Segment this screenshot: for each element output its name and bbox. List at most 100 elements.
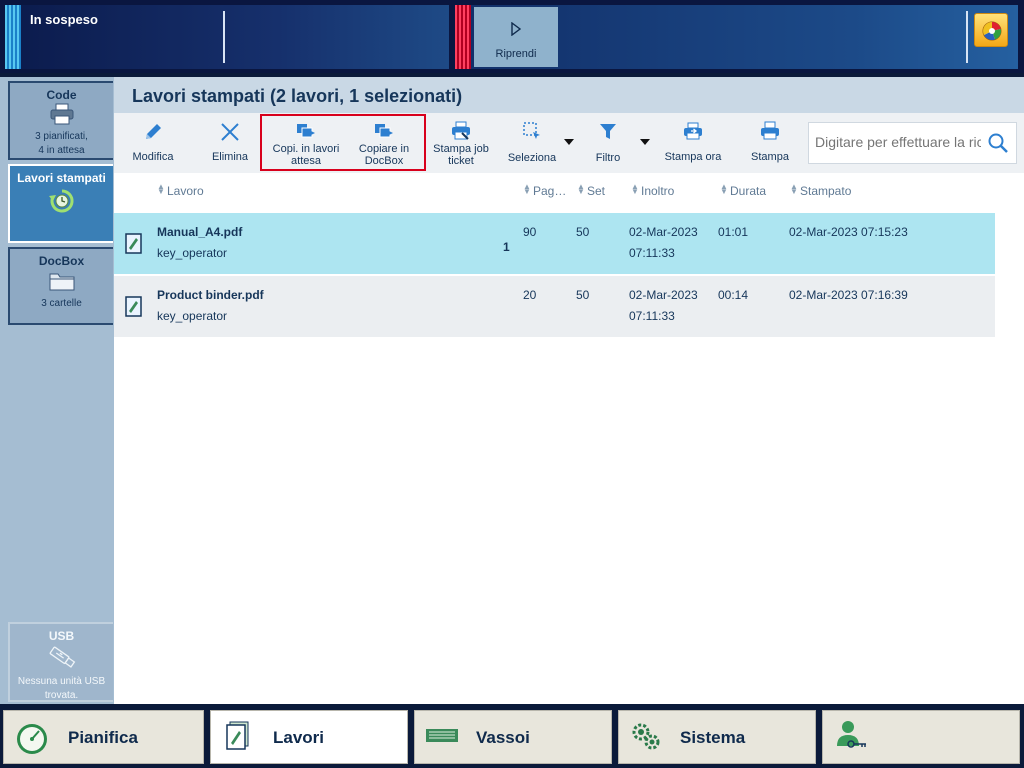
column-header-printed[interactable]: ▲ ▼ Stampato <box>790 183 851 199</box>
filter-button[interactable]: Filtro <box>580 113 636 173</box>
close-icon <box>221 123 239 141</box>
filter-dropdown-arrow[interactable] <box>640 139 650 145</box>
user-key-icon <box>837 721 866 748</box>
nav-label: Pianifica <box>68 728 138 747</box>
jobs-icon <box>226 721 249 750</box>
sort-icon: ▲ ▼ <box>631 182 639 196</box>
edit-button[interactable]: Modifica <box>122 113 184 173</box>
sort-icon: ▲ ▼ <box>157 182 165 196</box>
sort-icon: ▲ ▼ <box>720 182 728 196</box>
nav-label: Sistema <box>680 728 746 747</box>
search-icon[interactable] <box>987 132 1009 154</box>
print-now-icon <box>684 122 702 140</box>
queue-summary: 4 in attesa <box>38 145 85 156</box>
table-header: ▲ ▼ Lavoro ▲ ▼ Pag… ▲ ▼ Set ▲ ▼ Inoltro ▲ ▼ Durata… <box>114 173 1024 213</box>
table-row[interactable]: Product binder.pdf key_operator 20 50 02… <box>114 276 995 337</box>
print-job-ticket-label: ticket <box>448 155 474 167</box>
nav-label: Vassoi <box>476 728 530 747</box>
column-header-duration[interactable]: ▲ ▼ Durata <box>720 182 766 199</box>
play-icon <box>511 22 521 36</box>
sort-icon: ▲ ▼ <box>523 182 531 196</box>
printer-status-panel[interactable]: In sospeso <box>21 5 449 69</box>
select-dropdown-arrow[interactable] <box>564 139 574 145</box>
sidebar-item-docbox[interactable]: DocBox 3 cartelle <box>8 247 113 325</box>
status-bar: In sospeso Riprendi <box>0 0 1024 73</box>
job-submitted-time: 07:11:33 <box>629 246 675 260</box>
status-text: In sospeso <box>30 12 98 27</box>
select-button[interactable]: Seleziona <box>502 113 562 173</box>
pencil-icon <box>146 124 161 139</box>
error-indicator-stripe <box>455 5 471 69</box>
nav-trays[interactable]: Vassoi <box>414 710 612 764</box>
column-header-sets[interactable]: ▲ ▼ Set <box>577 182 605 199</box>
folder-icon <box>49 273 74 291</box>
color-status-button[interactable] <box>974 13 1008 47</box>
sort-icon: ▲ ▼ <box>577 182 585 196</box>
divider <box>966 11 968 63</box>
gears-icon <box>632 723 660 750</box>
nav-label: Lavori <box>273 728 325 747</box>
nav-user[interactable] <box>822 710 1020 764</box>
sidebar-item-label: Lavori stampati <box>17 171 106 185</box>
job-printed-time: 02-Mar-2023 07:15:23 <box>789 225 908 239</box>
filter-icon <box>600 124 616 139</box>
sidebar-item-label: Code <box>46 88 77 102</box>
job-duration: 01:01 <box>718 225 749 239</box>
search-input[interactable] <box>815 134 981 150</box>
search-box <box>808 122 1017 164</box>
print-label: Stampa <box>751 151 789 163</box>
print-now-label: Stampa ora <box>664 151 722 163</box>
column-header-pages[interactable]: ▲ ▼ Pag… <box>523 182 566 199</box>
queue-summary: 3 pianificati, <box>35 131 88 142</box>
select-label: Seleziona <box>507 152 557 164</box>
usb-message: Nessuna unità USB <box>17 676 106 687</box>
nav-schedule[interactable]: Pianifica <box>3 710 204 764</box>
column-header-submitted[interactable]: ▲ ▼ Inoltro <box>631 182 674 199</box>
job-sets: 50 <box>576 288 590 302</box>
column-header-job[interactable]: ▲ ▼ Lavoro <box>157 182 204 199</box>
job-submitted-date: 02-Mar-2023 <box>629 288 698 302</box>
print-now-button[interactable]: Stampa ora <box>658 113 728 173</box>
toolbar: Modifica Elimina Copi. in lavori attesa <box>114 113 1024 173</box>
print-job-ticket-label: Stampa job <box>433 143 489 155</box>
nav-system[interactable]: Sistema <box>618 710 816 764</box>
main-area: Code 3 pianificati, 4 in attesa Lavori s… <box>0 77 1024 704</box>
table-row[interactable]: Manual_A4.pdf key_operator 1 90 50 02-Ma… <box>114 213 995 274</box>
delete-button[interactable]: Elimina <box>200 113 260 173</box>
color-wheel-icon <box>982 21 1002 41</box>
content-panel: Lavori stampati (2 lavori, 1 selezionati… <box>114 77 1024 704</box>
document-icon <box>125 233 142 254</box>
usb-message: trovata. <box>44 690 79 701</box>
usb-icon <box>49 646 75 668</box>
folder-count: 3 cartelle <box>41 298 82 309</box>
job-submitted-time: 07:11:33 <box>629 309 675 323</box>
sidebar-item-usb: USB Nessuna unità USB trovata. <box>8 622 113 702</box>
edit-label: Modifica <box>132 151 174 163</box>
job-submitted-date: 02-Mar-2023 <box>629 225 698 239</box>
print-button[interactable]: Stampa <box>740 113 800 173</box>
job-name: Product binder.pdf <box>157 288 264 302</box>
tray-icon <box>426 729 458 742</box>
status-indicator-stripe <box>5 5 21 69</box>
job-duration: 00:14 <box>718 288 749 302</box>
job-printed-time: 02-Mar-2023 07:16:39 <box>789 288 908 302</box>
print-job-ticket-button[interactable]: Stampa job ticket <box>428 113 494 173</box>
selection-icon <box>523 122 540 139</box>
resume-button[interactable]: Riprendi <box>474 7 558 67</box>
job-pages: 90 <box>523 225 537 239</box>
job-pages: 20 <box>523 288 537 302</box>
sidebar-item-code[interactable]: Code 3 pianificati, 4 in attesa <box>8 81 113 160</box>
highlight-box <box>260 114 426 171</box>
page-title: Lavori stampati (2 lavori, 1 selezionati… <box>132 86 463 106</box>
job-name: Manual_A4.pdf <box>157 225 243 239</box>
job-sets: 50 <box>576 225 590 239</box>
job-owner: key_operator <box>157 309 228 323</box>
printer-icon <box>761 121 779 140</box>
sidebar-item-printed-jobs[interactable]: Lavori stampati <box>8 164 113 243</box>
job-owner: key_operator <box>157 246 228 260</box>
job-copy-count: 1 <box>503 240 510 254</box>
recycle-clock-icon <box>48 189 74 213</box>
sidebar-item-label: DocBox <box>38 254 85 268</box>
filter-label: Filtro <box>595 152 621 164</box>
nav-jobs[interactable]: Lavori <box>210 710 408 764</box>
